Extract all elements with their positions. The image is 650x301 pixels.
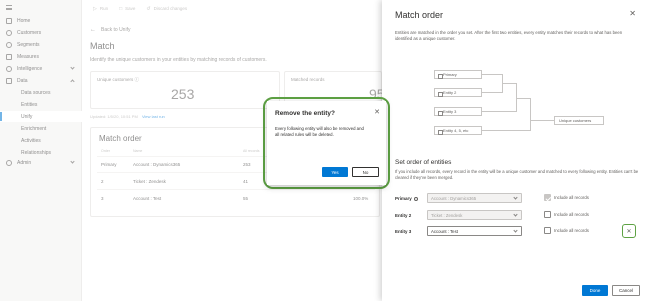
set-order-description: If you include all records, every record…	[395, 169, 639, 180]
chevron-down-icon	[513, 212, 518, 217]
connector	[482, 111, 516, 112]
entity-2-label: Entity 2	[395, 213, 412, 218]
yes-button[interactable]: Yes	[322, 167, 348, 177]
connector	[530, 98, 531, 131]
entity-2-dropdown: Ticket : Zendesk	[427, 210, 522, 220]
dialog-title: Remove the entity?	[275, 110, 335, 117]
match-order-diagram: Primary Entity 2 Entity 3 Entity 4, 5, e…	[434, 65, 634, 145]
primary-include-all-checkbox	[544, 194, 551, 201]
diagram-node: Entity 2	[434, 88, 482, 97]
chevron-down-icon	[513, 228, 518, 233]
entity-2-include-all-checkbox[interactable]	[544, 211, 551, 218]
connector	[482, 92, 502, 93]
close-icon[interactable]: ✕	[374, 108, 380, 116]
checkbox-label: Include all records	[554, 195, 589, 200]
connector	[482, 74, 502, 75]
remove-entity-dialog: Remove the entity? ✕ Every following ent…	[267, 101, 386, 185]
cancel-button[interactable]: Cancel	[612, 285, 640, 296]
primary-label: Primary	[395, 196, 418, 201]
connector	[502, 83, 516, 84]
diagram-node: Entity 3	[434, 107, 482, 116]
entity-3-dropdown[interactable]: Account : Test	[427, 226, 522, 236]
connector	[516, 98, 530, 99]
connector	[482, 130, 530, 131]
dropdown-value: Account : Test	[431, 228, 458, 234]
close-icon: ✕	[626, 228, 632, 235]
match-order-panel: Match order ✕ Entities are matched in th…	[382, 0, 650, 301]
diagram-result-node: Unique customers	[554, 116, 604, 125]
remove-entity-button[interactable]: ✕	[622, 224, 636, 238]
dialog-message: Every following entity will also be remo…	[275, 126, 364, 137]
close-icon[interactable]: ✕	[629, 9, 636, 18]
dropdown-value: Account : Dynamics365	[431, 195, 477, 201]
diagram-node: Primary	[434, 70, 482, 79]
panel-description: Entities are matched in the order you se…	[395, 30, 623, 41]
set-order-title: Set order of entities	[395, 159, 452, 166]
chevron-down-icon	[513, 195, 518, 200]
entity-3-label: Entity 3	[395, 229, 412, 234]
checkbox-label: Include all records	[554, 228, 589, 233]
entity-3-include-all-checkbox[interactable]	[544, 227, 551, 234]
dropdown-value: Ticket : Zendesk	[431, 212, 463, 218]
connector	[530, 120, 554, 121]
panel-title: Match order	[395, 10, 444, 20]
primary-entity-dropdown: Account : Dynamics365	[427, 193, 522, 203]
no-button[interactable]: No	[352, 167, 379, 177]
info-icon[interactable]	[413, 196, 418, 201]
done-button[interactable]: Done	[582, 285, 608, 296]
diagram-node: Entity 4, 5, etc	[434, 126, 482, 135]
checkbox-label: Include all records	[554, 212, 589, 217]
